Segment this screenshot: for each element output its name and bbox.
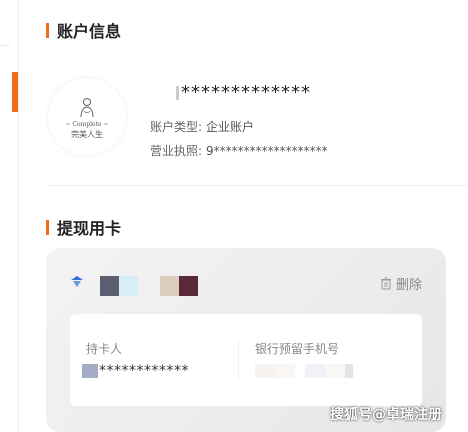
withdraw-card-title-text: 提现用卡 <box>57 219 122 238</box>
brand-name-cn: 完美人生 <box>71 129 103 139</box>
company-avatar: ~ Complete ~ 完美人生 <box>48 78 126 156</box>
details-separator <box>238 341 239 379</box>
reserved-phone-value <box>255 364 353 378</box>
masked-prefix <box>176 86 179 100</box>
rail-divider <box>0 45 10 46</box>
business-license-value: 9******************* <box>206 144 328 158</box>
cardholder-value: ************ <box>82 363 189 379</box>
masked-bank-name <box>100 276 198 296</box>
account-number-text: ************* <box>181 82 311 103</box>
title-accent-bar <box>46 219 49 235</box>
account-type-row: 账户类型: 企业账户 <box>150 118 254 135</box>
watermark: 搜狐号@卓瑞注册 <box>330 407 442 423</box>
left-nav-rail <box>0 0 19 432</box>
account-info-title: 账户信息 <box>46 18 121 42</box>
withdraw-card-title: 提现用卡 <box>46 215 121 239</box>
masked-name-prefix <box>82 364 98 378</box>
business-license-row: 营业执照: 9******************* <box>150 142 328 159</box>
brand-logo-icon <box>80 97 94 117</box>
delete-label: 删除 <box>395 278 422 293</box>
brand-name-en: ~ Complete ~ <box>65 120 109 128</box>
title-accent-bar <box>46 22 49 38</box>
account-type-value: 企业账户 <box>206 120 255 134</box>
account-number: ************* <box>176 82 311 103</box>
cardholder-label: 持卡人 <box>86 342 123 356</box>
cardholder-value-text: ************ <box>99 363 189 379</box>
trash-icon <box>380 277 391 290</box>
section-divider <box>46 185 468 186</box>
reserved-phone-label: 银行预留手机号 <box>255 342 340 356</box>
bank-logo-icon <box>70 276 84 291</box>
card-details-panel: 持卡人 银行预留手机号 ************ <box>70 314 422 406</box>
delete-card-button[interactable]: 删除 <box>380 274 422 293</box>
account-info-title-text: 账户信息 <box>57 22 122 41</box>
account-type-label: 账户类型: <box>150 120 203 134</box>
rail-active-indicator[interactable] <box>12 72 18 112</box>
business-license-label: 营业执照: <box>150 144 203 158</box>
